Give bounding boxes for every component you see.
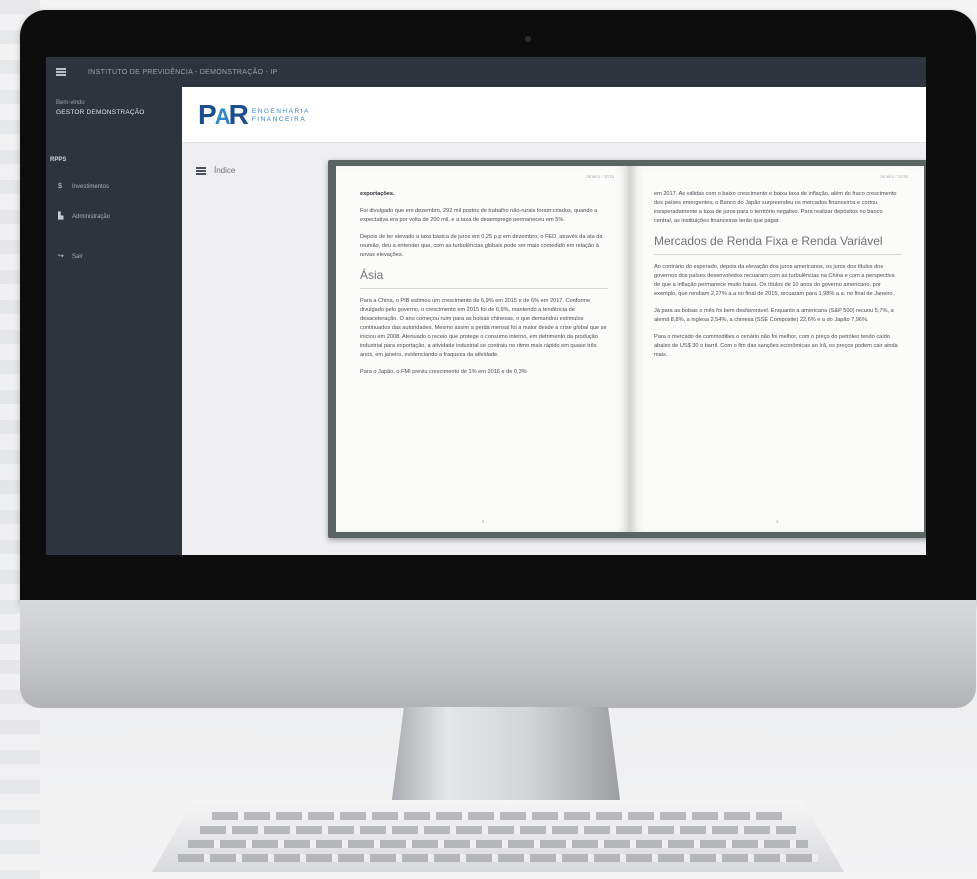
page-header: Janeiro / 2016 (585, 174, 614, 179)
page-body: em 2017. As válidas com o baixo crescime… (654, 190, 902, 368)
keyboard-row (188, 840, 808, 848)
sidebar-item-label: Administração (72, 213, 111, 220)
sidebar-item-label: Sair (72, 253, 83, 260)
keyboard (152, 800, 844, 872)
sidebar-item-administracao[interactable]: ▙ Administração (58, 213, 110, 220)
app-title: INSTITUTO DE PREVIDÊNCIA - DEMONSTRAÇÃO … (88, 68, 278, 76)
page-paragraph: exportações. (360, 191, 395, 197)
page-paragraph: Para o Japão, o FMI previu crescimento d… (360, 369, 527, 375)
page-number: 4 (775, 519, 779, 524)
par-logo[interactable]: PAR ENGENHARIA FINANCEIRA (198, 101, 310, 131)
page-paragraph: Foi divulgado que em dezembro, 292 mil p… (360, 208, 598, 223)
list-icon (196, 166, 206, 175)
book-page-right[interactable]: Janeiro / 2016 em 2017. As válidas com o… (630, 166, 924, 532)
section-heading-renda: Mercados de Renda Fixa e Renda Variável (654, 234, 902, 255)
book-page-left[interactable]: Janeiro / 2016 exportações. Foi divulgad… (336, 166, 630, 532)
sidebar-greeting: Bem-vindo (56, 100, 85, 106)
sidebar-user-name: GESTOR DEMONSTRAÇÃO (56, 109, 145, 116)
sidebar-section-rpps: RPPS (50, 157, 67, 163)
logo-mark: PAR (198, 99, 249, 130)
sidebar-item-investimentos[interactable]: $ Investimentos (58, 183, 109, 190)
monitor-chin (20, 600, 976, 708)
page-body: exportações. Foi divulgado que em dezemb… (360, 190, 608, 385)
main-content: PAR ENGENHARIA FINANCEIRA Índice Janeiro… (182, 87, 926, 555)
top-bar: INSTITUTO DE PREVIDÊNCIA - DEMONSTRAÇÃO … (46, 57, 926, 87)
page-paragraph: Ao contrário do esperado, depois da elev… (654, 264, 895, 297)
page-paragraph: em 2017. As válidas com o baixo crescime… (654, 191, 897, 224)
sidebar: Bem-vindo GESTOR DEMONSTRAÇÃO RPPS $ Inv… (46, 87, 182, 555)
dollar-icon: $ (58, 183, 62, 190)
page-paragraph: Para o mercado de commodities o cenário … (654, 334, 898, 358)
section-heading-asia: Ásia (360, 268, 608, 289)
sidebar-item-sair[interactable]: ↪ Sair (58, 253, 83, 260)
index-label: Índice (214, 166, 236, 175)
keyboard-row (178, 854, 818, 862)
index-toggle[interactable]: Índice (196, 166, 235, 175)
page-paragraph: Para a China, o PIB estimou um crescimen… (360, 298, 607, 358)
page-paragraph: Já para as bolsas o mês foi bem desfavor… (654, 308, 894, 323)
sidebar-item-label: Investimentos (72, 183, 110, 190)
exit-icon: ↪ (58, 253, 64, 260)
keyboard-row (200, 826, 796, 834)
page-header: Janeiro / 2016 (879, 174, 908, 179)
chart-icon: ▙ (58, 213, 64, 220)
book-viewer: Janeiro / 2016 exportações. Foi divulgad… (328, 160, 926, 538)
screen: INSTITUTO DE PREVIDÊNCIA - DEMONSTRAÇÃO … (46, 57, 926, 555)
monitor-stand (390, 707, 622, 815)
hamburger-menu-icon[interactable] (56, 68, 66, 76)
keyboard-row (212, 812, 784, 820)
logo-text: ENGENHARIA FINANCEIRA (251, 108, 310, 123)
camera-dot (525, 36, 531, 42)
logo-bar: PAR ENGENHARIA FINANCEIRA (182, 87, 926, 143)
page-number: 3 (481, 519, 485, 524)
page-paragraph: Depois de ter elevado a taxa básica de j… (360, 234, 603, 258)
